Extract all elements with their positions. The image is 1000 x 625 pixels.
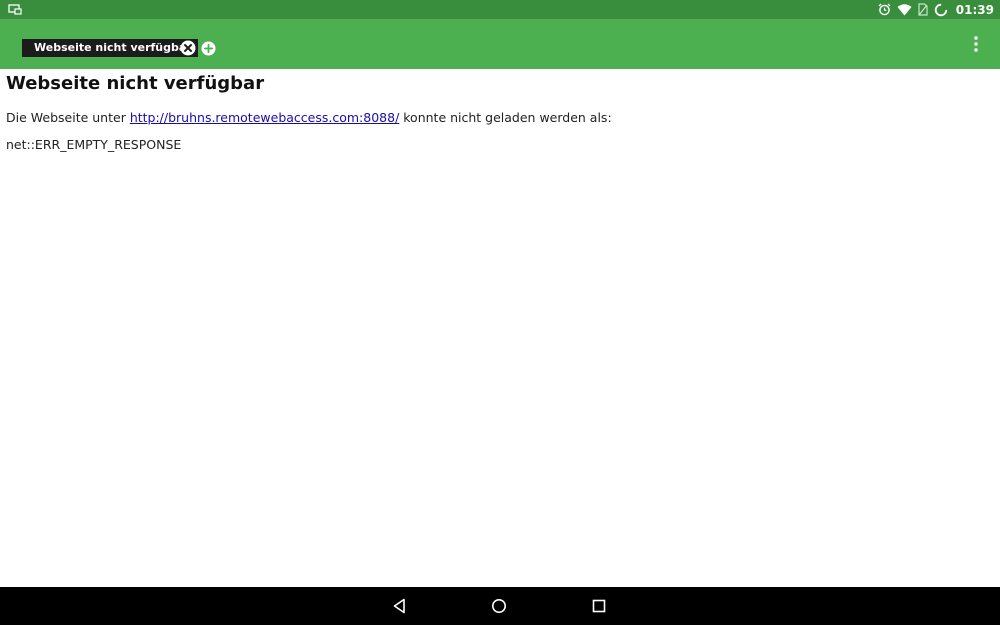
- browser-toolbar: Webseite nicht verfügbar: [0, 19, 1000, 69]
- page-title: Webseite nicht verfügbar: [6, 73, 265, 94]
- add-tab-icon[interactable]: [201, 41, 216, 56]
- alarm-icon: [878, 3, 891, 16]
- status-icons: 01:39: [878, 0, 994, 19]
- error-message: Die Webseite unter http://bruhns.remotew…: [6, 110, 612, 125]
- page-content: Webseite nicht verfügbar Die Webseite un…: [0, 69, 1000, 587]
- recents-icon[interactable]: [590, 597, 608, 615]
- home-icon[interactable]: [490, 597, 508, 615]
- tab-current-page[interactable]: Webseite nicht verfügbar: [22, 39, 198, 57]
- no-sim-icon: [918, 3, 928, 16]
- tab-label: Webseite nicht verfügbar: [34, 41, 192, 54]
- status-bar: 01:39: [0, 0, 1000, 19]
- status-time: 01:39: [955, 2, 994, 17]
- system-nav-bar: [0, 587, 1000, 625]
- failed-url-link[interactable]: http://bruhns.remotewebaccess.com:8088/: [130, 110, 399, 125]
- loading-icon: [934, 3, 947, 16]
- close-tab-icon[interactable]: [180, 40, 196, 56]
- message-prefix: Die Webseite unter: [6, 110, 130, 125]
- message-suffix: konnte nicht geladen werden als:: [399, 110, 612, 125]
- wifi-icon: [897, 3, 912, 15]
- overflow-menu-icon[interactable]: [968, 35, 984, 53]
- error-code: net::ERR_EMPTY_RESPONSE: [6, 137, 182, 152]
- screen-cast-icon: [8, 4, 22, 15]
- back-icon[interactable]: [391, 597, 409, 615]
